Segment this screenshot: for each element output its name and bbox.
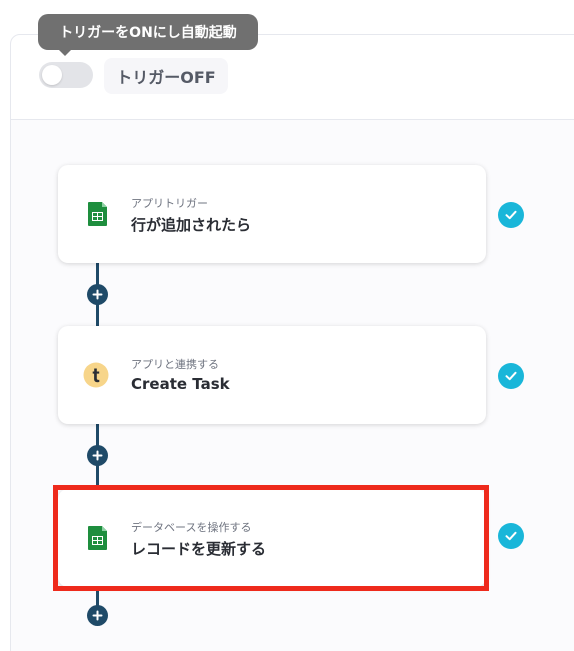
step-card-app[interactable]: アプリと連携する Create Task xyxy=(58,326,486,424)
workflow-editor: トリガーをONにし自動起動 トリガーOFF アプリトリガー 行が追加されたら ア… xyxy=(0,0,574,651)
step-subtitle: アプリトリガー xyxy=(131,197,208,210)
step-subtitle: アプリと連携する xyxy=(131,358,219,371)
google-sheets-icon xyxy=(88,202,107,226)
step-title: Create Task xyxy=(131,375,230,393)
add-step-button[interactable] xyxy=(87,284,108,305)
plus-icon xyxy=(92,289,103,300)
tooltip-arrow xyxy=(58,49,72,56)
check-icon xyxy=(498,363,524,389)
step-subtitle: データベースを操作する xyxy=(131,521,252,534)
check-icon xyxy=(498,202,524,228)
add-step-button[interactable] xyxy=(87,605,108,626)
google-sheets-icon xyxy=(88,526,107,550)
step-card-trigger[interactable]: アプリトリガー 行が追加されたら xyxy=(58,165,486,263)
toodledo-icon xyxy=(83,362,109,388)
trigger-status-label: トリガーOFF xyxy=(104,58,228,94)
trigger-tooltip: トリガーをONにし自動起動 xyxy=(38,14,258,50)
trigger-toggle[interactable] xyxy=(39,62,93,88)
plus-icon xyxy=(92,610,103,621)
step-title: 行が追加されたら xyxy=(131,216,252,234)
step-card-database[interactable]: データベースを操作する レコードを更新する xyxy=(58,489,486,587)
check-icon xyxy=(498,523,524,549)
plus-icon xyxy=(92,450,103,461)
toggle-knob xyxy=(42,65,62,85)
step-title: レコードを更新する xyxy=(131,540,267,558)
add-step-button[interactable] xyxy=(87,445,108,466)
